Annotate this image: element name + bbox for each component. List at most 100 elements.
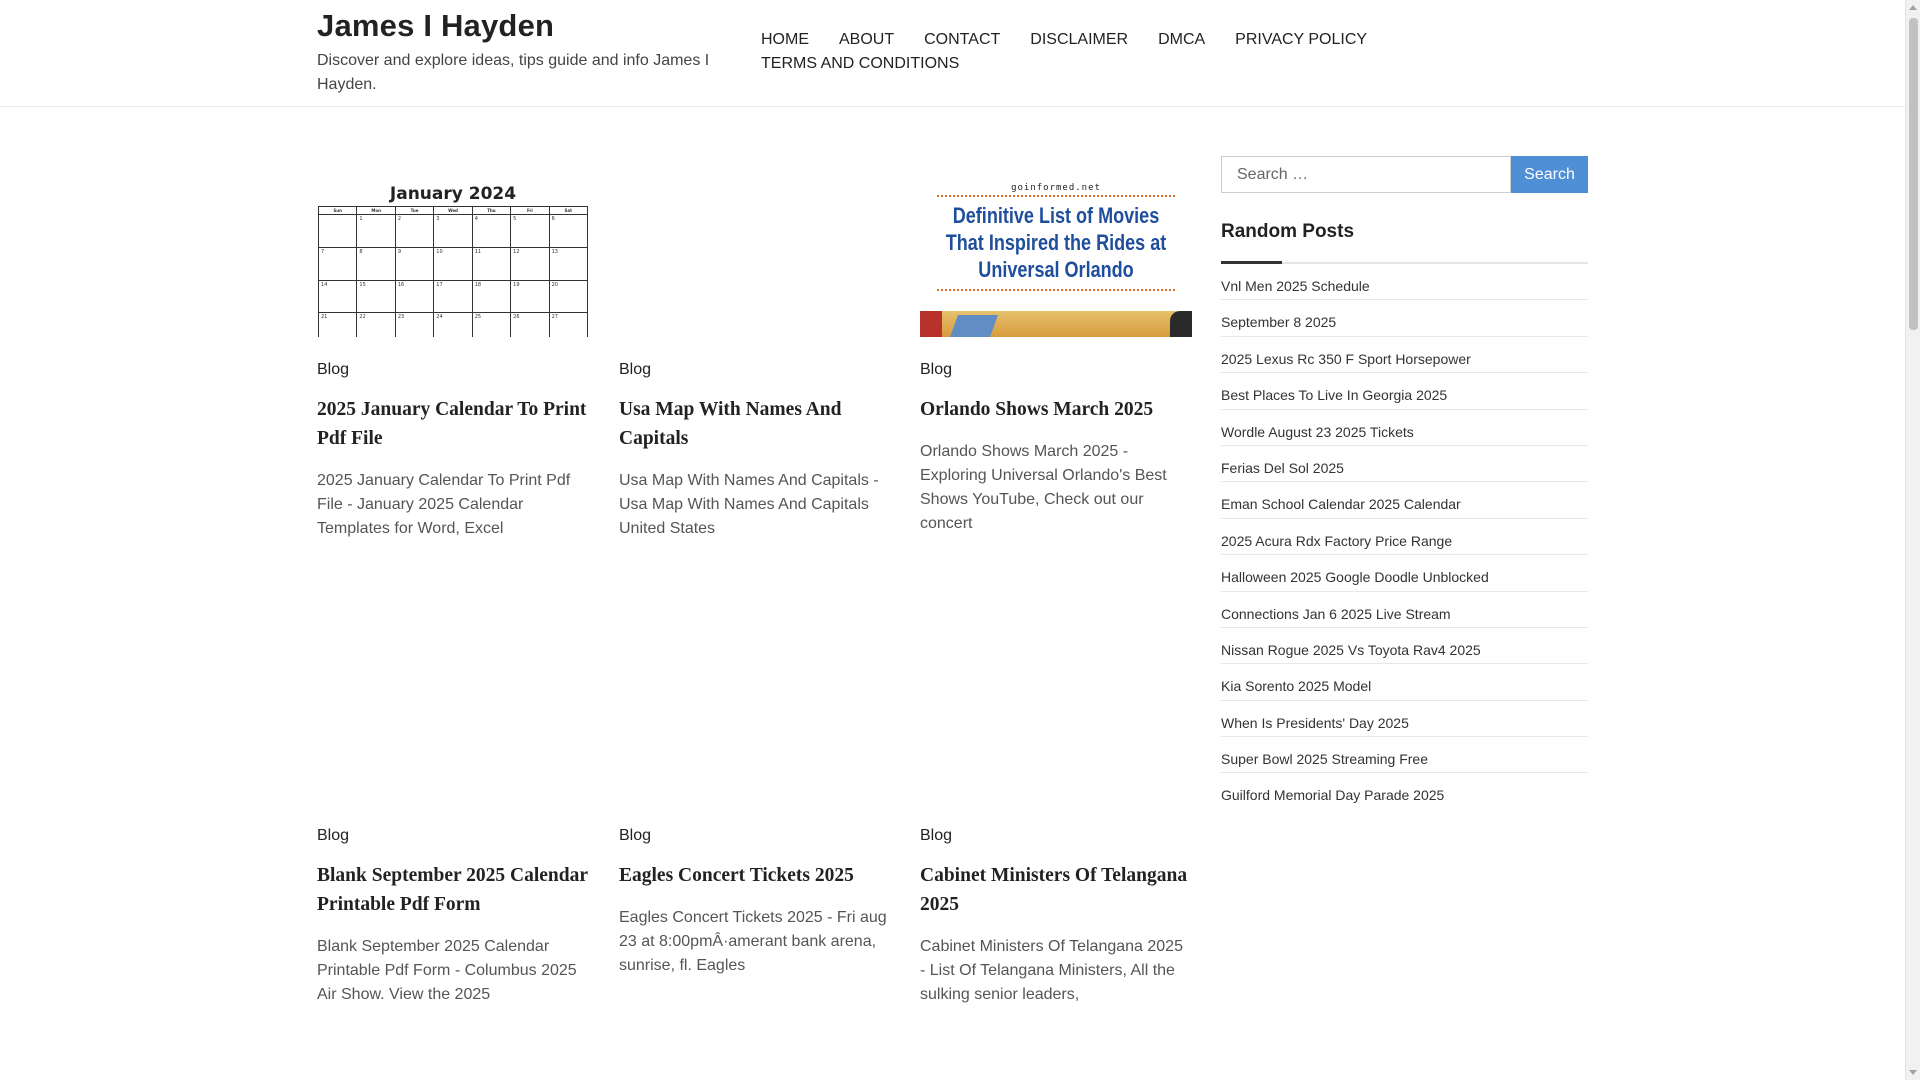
page-scrollbar[interactable] — [1905, 0, 1920, 1080]
list-item: Guilford Memorial Day Parade 2025 — [1221, 773, 1588, 809]
random-post-link[interactable]: Vnl Men 2025 Schedule — [1221, 278, 1370, 294]
post-title[interactable]: Usa Map With Names And Capitals — [619, 395, 891, 453]
calendar-weekday: Thu — [472, 207, 512, 215]
poster-site-name: goinformed.net — [1011, 183, 1101, 193]
post-thumbnail[interactable] — [619, 180, 891, 337]
calendar-thumbnail: January 2024 Sun Mon Tue Wed Thu Fri Sat 1 2 3 4 5 6… — [317, 180, 589, 337]
list-item: Ferias Del Sol 2025 — [1221, 446, 1588, 483]
nav-privacy-policy[interactable]: PRIVACY POLICY — [1235, 28, 1367, 52]
calendar-day: 27 — [550, 313, 588, 337]
calendar-weekday: Wed — [434, 207, 473, 215]
sidebar: Search Random Posts Vnl Men 2025 Schedul… — [1221, 156, 1588, 810]
random-post-link[interactable]: Kia Sorento 2025 Model — [1221, 678, 1371, 694]
scroll-up-icon[interactable] — [1909, 5, 1917, 10]
scrollbar-thumb[interactable] — [1909, 18, 1918, 330]
post-title[interactable]: 2025 January Calendar To Print Pdf File — [317, 395, 589, 453]
calendar-day: 8 — [357, 247, 396, 281]
calendar-day: 7 — [319, 247, 358, 281]
calendar-day: 25 — [473, 313, 512, 337]
random-post-link[interactable]: 2025 Lexus Rc 350 F Sport Horsepower — [1221, 351, 1471, 367]
post-card: Blog Cabinet Ministers Of Telangana 2025… — [920, 646, 1192, 1007]
nav-disclaimer[interactable]: DISCLAIMER — [1030, 28, 1128, 52]
calendar-day: 19 — [511, 280, 550, 314]
list-item: Halloween 2025 Google Doodle Unblocked — [1221, 555, 1588, 592]
random-posts-list: Vnl Men 2025 Schedule September 8 2025 2… — [1221, 264, 1588, 810]
calendar-day: 12 — [511, 247, 550, 281]
post-category[interactable]: Blog — [920, 361, 1192, 379]
random-post-link[interactable]: September 8 2025 — [1221, 314, 1336, 330]
post-card: goinformed.net Definitive List of Movies… — [920, 180, 1192, 536]
list-item: Super Bowl 2025 Streaming Free — [1221, 737, 1588, 774]
calendar-day: 4 — [472, 215, 512, 248]
post-category[interactable]: Blog — [619, 361, 891, 379]
calendar-weekday: Sat — [549, 207, 588, 215]
post-thumbnail[interactable]: goinformed.net Definitive List of Movies… — [920, 180, 1192, 337]
list-item: Nissan Rogue 2025 Vs Toyota Rav4 2025 — [1221, 628, 1588, 665]
post-thumbnail[interactable] — [920, 646, 1192, 803]
scroll-down-icon[interactable] — [1909, 1070, 1917, 1075]
post-title[interactable]: Cabinet Ministers Of Telangana 2025 — [920, 861, 1192, 919]
post-card: Blog Eagles Concert Tickets 2025 Eagles … — [619, 646, 891, 978]
post-thumbnail[interactable] — [317, 646, 589, 803]
site-title[interactable]: James I Hayden — [317, 8, 554, 44]
poster-divider — [937, 289, 1175, 291]
nav-terms-and-conditions[interactable]: TERMS AND CONDITIONS — [761, 52, 959, 76]
post-category[interactable]: Blog — [920, 827, 1192, 845]
calendar-day: 22 — [357, 313, 396, 337]
widget-title: Random Posts — [1221, 221, 1355, 242]
calendar-grid: Sun Mon Tue Wed Thu Fri Sat 1 2 3 4 5 6 7 8 9 10 11 12 13 14… — [318, 206, 588, 337]
post-title[interactable]: Blank September 2025 Calendar Printable … — [317, 861, 589, 919]
post-card: Blog Blank September 2025 Calendar Print… — [317, 646, 589, 1007]
poster-shape — [1170, 311, 1192, 337]
list-item: 2025 Lexus Rc 350 F Sport Horsepower — [1221, 337, 1588, 374]
post-excerpt: 2025 January Calendar To Print Pdf File … — [317, 472, 571, 537]
random-post-link[interactable]: Guilford Memorial Day Parade 2025 — [1221, 787, 1444, 803]
post-thumbnail[interactable]: January 2024 Sun Mon Tue Wed Thu Fri Sat 1 2 3 4 5 6… — [317, 180, 589, 337]
post-thumbnail[interactable] — [619, 646, 891, 803]
calendar-day: 20 — [549, 280, 588, 314]
calendar-day: 21 — [319, 313, 358, 337]
random-post-link[interactable]: When Is Presidents' Day 2025 — [1221, 715, 1409, 731]
random-post-link[interactable]: Wordle August 23 2025 Tickets — [1221, 424, 1414, 440]
calendar-day: 1 — [357, 215, 396, 248]
calendar-day: 23 — [396, 313, 435, 337]
calendar-weekday: Mon — [357, 207, 396, 215]
calendar-day: 16 — [395, 280, 435, 314]
search-input[interactable] — [1221, 156, 1511, 193]
post-excerpt: Orlando Shows March 2025 - Exploring Uni… — [920, 443, 1167, 532]
list-item: When Is Presidents' Day 2025 — [1221, 701, 1588, 738]
post-card: Blog Usa Map With Names And Capitals Usa… — [619, 180, 891, 541]
nav-about[interactable]: ABOUT — [839, 28, 894, 52]
random-post-link[interactable]: Nissan Rogue 2025 Vs Toyota Rav4 2025 — [1221, 642, 1481, 658]
calendar-weekday: Sun — [319, 207, 358, 215]
post-category[interactable]: Blog — [619, 827, 891, 845]
post-category[interactable]: Blog — [317, 361, 589, 379]
random-post-link[interactable]: Super Bowl 2025 Streaming Free — [1221, 751, 1428, 767]
random-post-link[interactable]: Halloween 2025 Google Doodle Unblocked — [1221, 569, 1489, 585]
random-post-link[interactable]: Eman School Calendar 2025 Calendar — [1221, 496, 1461, 512]
random-post-link[interactable]: Ferias Del Sol 2025 — [1221, 460, 1344, 476]
calendar-day: 10 — [434, 247, 473, 281]
nav-contact[interactable]: CONTACT — [924, 28, 1000, 52]
site-header: James I Hayden Discover and explore idea… — [0, 0, 1905, 107]
random-post-link[interactable]: 2025 Acura Rdx Factory Price Range — [1221, 533, 1452, 549]
calendar-day: 6 — [549, 215, 588, 248]
calendar-weekday: Fri — [511, 207, 550, 215]
list-item: September 8 2025 — [1221, 300, 1588, 337]
post-title[interactable]: Orlando Shows March 2025 — [920, 395, 1192, 424]
post-title[interactable]: Eagles Concert Tickets 2025 — [619, 861, 891, 890]
calendar-day: 18 — [472, 280, 512, 314]
random-post-link[interactable]: Best Places To Live In Georgia 2025 — [1221, 387, 1447, 403]
calendar-day: 13 — [549, 247, 588, 281]
search-button[interactable]: Search — [1511, 156, 1588, 193]
calendar-day: 9 — [395, 247, 435, 281]
post-card: January 2024 Sun Mon Tue Wed Thu Fri Sat 1 2 3 4 5 6… — [317, 180, 589, 541]
nav-dmca[interactable]: DMCA — [1158, 28, 1205, 52]
post-category[interactable]: Blog — [317, 827, 589, 845]
nav-home[interactable]: HOME — [761, 28, 809, 52]
calendar-day: 5 — [511, 215, 550, 248]
list-item: Vnl Men 2025 Schedule — [1221, 264, 1588, 301]
random-post-link[interactable]: Connections Jan 6 2025 Live Stream — [1221, 606, 1451, 622]
post-excerpt: Eagles Concert Tickets 2025 - Fri aug 23… — [619, 909, 887, 974]
calendar-day — [319, 215, 358, 248]
